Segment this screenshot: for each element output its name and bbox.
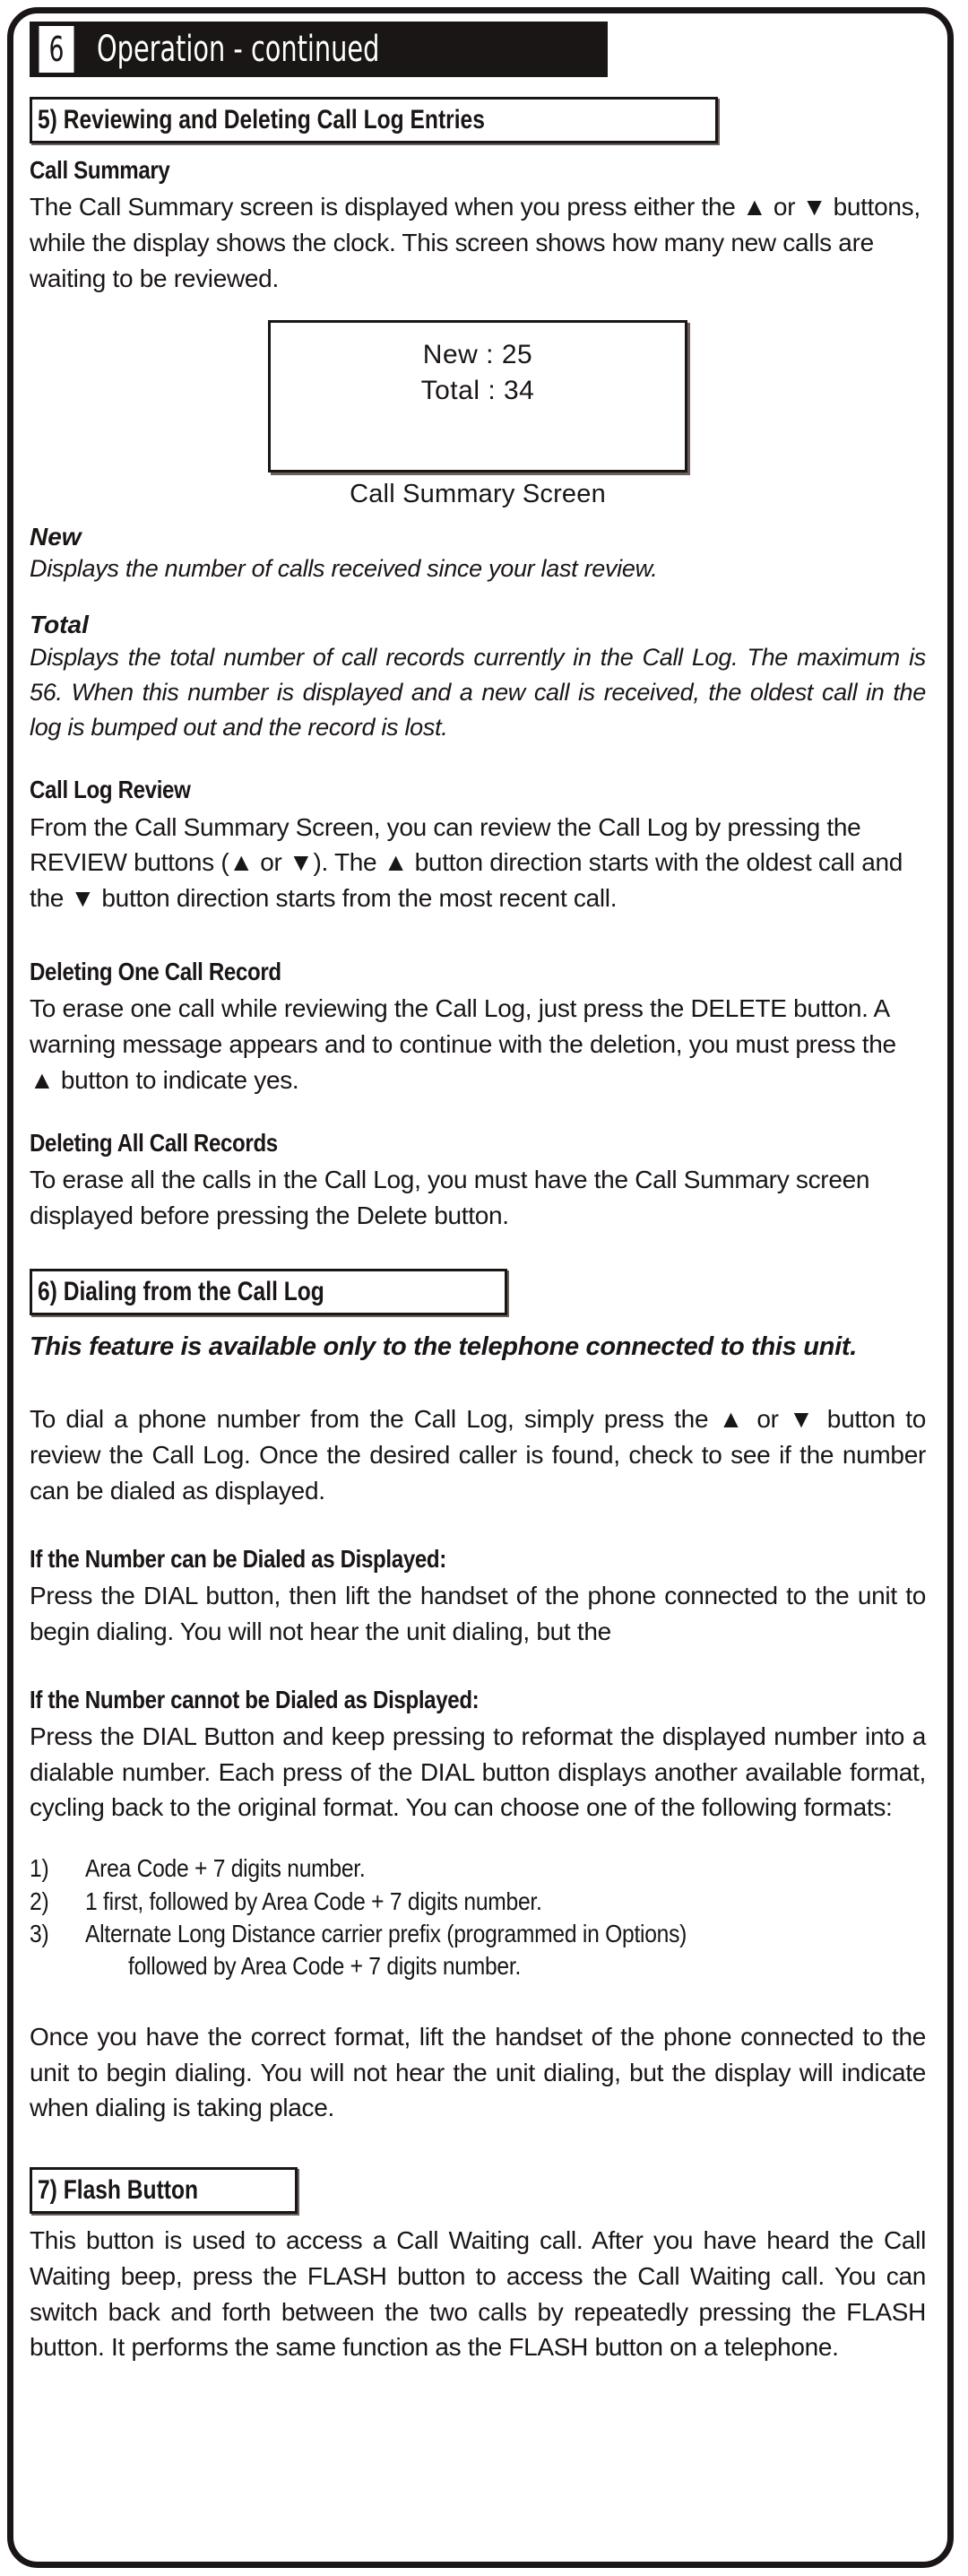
number-can-be-dialed-paragraph: Press the DIAL button, then lift the han… bbox=[30, 1582, 926, 1645]
chapter-number: 6 bbox=[39, 26, 74, 73]
call-log-review-paragraph: From the Call Summary Screen, you can re… bbox=[30, 812, 903, 913]
deleting-one-paragraph: To erase one call while reviewing the Ca… bbox=[30, 994, 896, 1094]
total-term: Total bbox=[30, 611, 89, 639]
lcd-line-new: New : 25 bbox=[422, 339, 533, 369]
deleting-all-paragraph: To erase all the calls in the Call Log, … bbox=[30, 1165, 870, 1229]
new-definition: Displays the number of calls received si… bbox=[30, 555, 658, 583]
lcd-caption: Call Summary Screen bbox=[350, 479, 606, 508]
list-item: 1) Area Code + 7 digits number. bbox=[30, 1854, 366, 1883]
manual-page: 6 Operation - continued 5) Reviewing and… bbox=[0, 0, 968, 2576]
chapter-title: Operation - continued bbox=[79, 22, 608, 77]
list-item: 3) Alternate Long Distance carrier prefi… bbox=[30, 1919, 687, 1947]
section-header-7: 7) Flash Button bbox=[30, 2167, 298, 2215]
call-summary-figure: New : 25 Total : 34 Call Summary Screen bbox=[30, 319, 926, 509]
new-term: New bbox=[30, 522, 82, 551]
list-item: 2) 1 first, followed by Area Code + 7 di… bbox=[30, 1886, 542, 1915]
sec6-closing: Once you have the correct format, lift t… bbox=[30, 2022, 926, 2122]
page-content: 6 Operation - continued 5) Reviewing and… bbox=[30, 18, 926, 2365]
chapter-header: 6 Operation - continued bbox=[30, 22, 608, 77]
call-summary-paragraph: The Call Summary screen is displayed whe… bbox=[30, 193, 920, 292]
sec6-note: This feature is available only to the te… bbox=[30, 1332, 857, 1362]
number-can-be-dialed-heading: If the Number can be Dialed as Displayed… bbox=[30, 1544, 446, 1573]
section-header-5-label: 5) Reviewing and Deleting Call Log Entri… bbox=[38, 105, 485, 134]
sec7-paragraph: This button is used to access a Call Wai… bbox=[30, 2226, 926, 2362]
section-header-5: 5) Reviewing and Deleting Call Log Entri… bbox=[30, 97, 718, 143]
lcd-screen: New : 25 Total : 34 bbox=[268, 319, 687, 473]
section-header-7-label: 7) Flash Button bbox=[38, 2175, 199, 2206]
number-cannot-be-dialed-paragraph: Press the DIAL Button and keep pressing … bbox=[30, 1722, 926, 1822]
total-definition: Displays the total number of call record… bbox=[30, 643, 926, 742]
lcd-line-total: Total : 34 bbox=[420, 375, 535, 405]
deleting-one-heading: Deleting One Call Record bbox=[30, 957, 281, 985]
deleting-all-heading: Deleting All Call Records bbox=[30, 1128, 278, 1157]
call-summary-heading: Call Summary bbox=[30, 156, 170, 184]
dial-format-list: 1) Area Code + 7 digits number. 2) 1 fir… bbox=[30, 1852, 926, 1983]
section-header-6-label: 6) Dialing from the Call Log bbox=[38, 1277, 324, 1307]
number-cannot-be-dialed-heading: If the Number cannot be Dialed as Displa… bbox=[30, 1685, 480, 1713]
sec6-intro: To dial a phone number from the Call Log… bbox=[30, 1405, 926, 1505]
call-log-review-heading: Call Log Review bbox=[30, 776, 191, 804]
list-item-continuation: followed by Area Code + 7 digits number. bbox=[128, 1952, 522, 1981]
chapter-title-text: Operation - continued bbox=[97, 29, 380, 70]
section-header-6: 6) Dialing from the Call Log bbox=[30, 1269, 507, 1316]
